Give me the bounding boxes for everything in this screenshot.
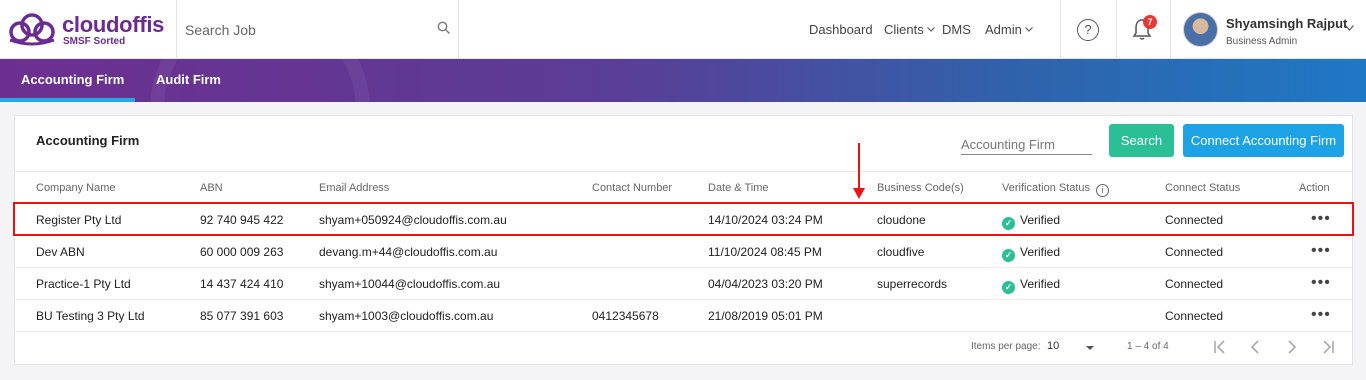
col-company-name[interactable]: Company Name (36, 182, 115, 194)
verification-label: Verified (1020, 277, 1061, 291)
col-action: Action (1299, 182, 1330, 194)
col-business-codes[interactable]: Business Code(s) (877, 182, 964, 194)
more-actions-icon[interactable]: ••• (1311, 210, 1331, 228)
items-per-page-label: Items per page: (971, 341, 1041, 352)
search-button[interactable]: Search (1109, 124, 1174, 157)
nav-dashboard[interactable]: Dashboard (809, 22, 873, 37)
col-connect-status[interactable]: Connect Status (1165, 182, 1240, 194)
brand-tagline: SMSF Sorted (63, 36, 126, 47)
tab-accounting-firm[interactable]: Accounting Firm (21, 72, 124, 87)
page-range: 1 – 4 of 4 (1127, 341, 1169, 352)
top-header: cloudoffis SMSF Sorted Dashboard Clients… (0, 0, 1366, 59)
cell-company: Dev ABN (36, 245, 85, 259)
col-verification-status-label: Verification Status (1002, 182, 1091, 194)
table-row[interactable]: Practice-1 Pty Ltd 14 437 424 410 shyam+… (15, 268, 1352, 300)
avatar[interactable] (1183, 12, 1218, 47)
cell-connect-status: Connected (1165, 309, 1224, 323)
previous-page-icon[interactable] (1244, 336, 1266, 358)
user-name[interactable]: Shyamsingh Rajput (1226, 16, 1347, 31)
divider (1116, 0, 1117, 59)
cell-verification: ✓ Verified (1002, 277, 1060, 294)
card-title: Accounting Firm (36, 133, 140, 148)
verification-label: Verified (1020, 245, 1061, 259)
col-email[interactable]: Email Address (319, 182, 389, 194)
tab-audit-firm[interactable]: Audit Firm (156, 72, 221, 87)
divider (458, 0, 459, 59)
check-circle-icon: ✓ (1002, 217, 1015, 230)
info-icon[interactable]: i (1096, 184, 1110, 197)
divider (176, 0, 177, 59)
nav-dms[interactable]: DMS (942, 22, 971, 37)
table-header: Company Name ABN Email Address Contact N… (15, 171, 1352, 204)
items-per-page-select[interactable]: 10 (1047, 340, 1059, 352)
cell-business-code: superrecords (877, 277, 948, 291)
col-date-time[interactable]: Date & Time (708, 182, 769, 194)
cell-company: Register Pty Ltd (36, 213, 122, 227)
help-icon[interactable]: ? (1077, 19, 1099, 41)
cell-datetime: 04/04/2023 03:20 PM (708, 277, 823, 291)
col-abn[interactable]: ABN (200, 182, 223, 194)
chevron-down-icon[interactable] (1345, 25, 1354, 31)
check-circle-icon: ✓ (1002, 249, 1015, 262)
caret-down-icon[interactable] (1086, 346, 1094, 350)
col-contact-number[interactable]: Contact Number (592, 182, 672, 194)
cell-contact: 0412345678 (592, 309, 659, 323)
last-page-icon[interactable] (1317, 336, 1339, 358)
chevron-down-icon (926, 27, 935, 32)
cell-verification: ✓ Verified (1002, 213, 1060, 230)
cell-abn: 92 740 945 422 (200, 213, 284, 227)
cell-connect-status: Connected (1165, 213, 1224, 227)
nav-admin-label: Admin (985, 22, 1022, 37)
cell-company: Practice-1 Pty Ltd (36, 277, 131, 291)
cell-company: BU Testing 3 Pty Ltd (36, 309, 145, 323)
cloudoffis-logo-icon (9, 13, 55, 46)
nav-admin[interactable]: Admin (985, 22, 1033, 37)
divider (1170, 0, 1171, 59)
tab-bar: Accounting Firm Audit Firm (0, 59, 1366, 102)
search-job-input[interactable] (185, 20, 425, 40)
cell-abn: 14 437 424 410 (200, 277, 284, 291)
brand-name: cloudoffis (62, 12, 165, 37)
annotation-arrow-head (853, 188, 865, 199)
annotation-arrow (858, 143, 860, 190)
table-row[interactable]: Dev ABN 60 000 009 263 devang.m+44@cloud… (15, 236, 1352, 268)
nav-clients-label: Clients (884, 22, 924, 37)
cell-business-code: cloudfive (877, 245, 925, 259)
cell-email: devang.m+44@cloudoffis.com.au (319, 245, 498, 259)
cell-datetime: 14/10/2024 03:24 PM (708, 213, 823, 227)
more-actions-icon[interactable]: ••• (1311, 242, 1331, 260)
cell-datetime: 11/10/2024 08:45 PM (708, 245, 822, 259)
cell-connect-status: Connected (1165, 277, 1224, 291)
cell-email: shyam+10044@cloudoffis.com.au (319, 277, 501, 291)
accounting-firm-filter-input[interactable] (961, 134, 1092, 155)
more-actions-icon[interactable]: ••• (1311, 274, 1331, 292)
check-circle-icon: ✓ (1002, 281, 1015, 294)
user-role: Business Admin (1226, 36, 1298, 47)
verification-label: Verified (1020, 213, 1061, 227)
cell-abn: 85 077 391 603 (200, 309, 284, 323)
divider (1060, 0, 1061, 59)
table-row[interactable]: Register Pty Ltd 92 740 945 422 shyam+05… (15, 204, 1352, 236)
cell-connect-status: Connected (1165, 245, 1224, 259)
table-row[interactable]: BU Testing 3 Pty Ltd 85 077 391 603 shya… (15, 300, 1352, 332)
first-page-icon[interactable] (1209, 336, 1231, 358)
cell-email: shyam+1003@cloudoffis.com.au (319, 309, 494, 323)
next-page-icon[interactable] (1281, 336, 1303, 358)
connect-accounting-firm-button[interactable]: Connect Accounting Firm (1183, 124, 1344, 157)
app-logo[interactable]: cloudoffis SMSF Sorted (6, 10, 171, 50)
cell-datetime: 21/08/2019 05:01 PM (708, 309, 823, 323)
search-icon[interactable] (437, 21, 451, 35)
nav-clients[interactable]: Clients (884, 22, 935, 37)
accounting-firm-card: Accounting Firm Search Connect Accountin… (14, 115, 1353, 365)
cell-business-code: cloudone (877, 213, 926, 227)
cell-verification: ✓ Verified (1002, 245, 1060, 262)
col-verification-status[interactable]: Verification Status i (1002, 182, 1110, 197)
notification-badge: 7 (1143, 15, 1157, 29)
more-actions-icon[interactable]: ••• (1311, 306, 1331, 324)
active-tab-indicator (0, 98, 135, 102)
cell-abn: 60 000 009 263 (200, 245, 284, 259)
cell-email: shyam+050924@cloudoffis.com.au (319, 213, 507, 227)
chevron-down-icon (1024, 27, 1033, 32)
